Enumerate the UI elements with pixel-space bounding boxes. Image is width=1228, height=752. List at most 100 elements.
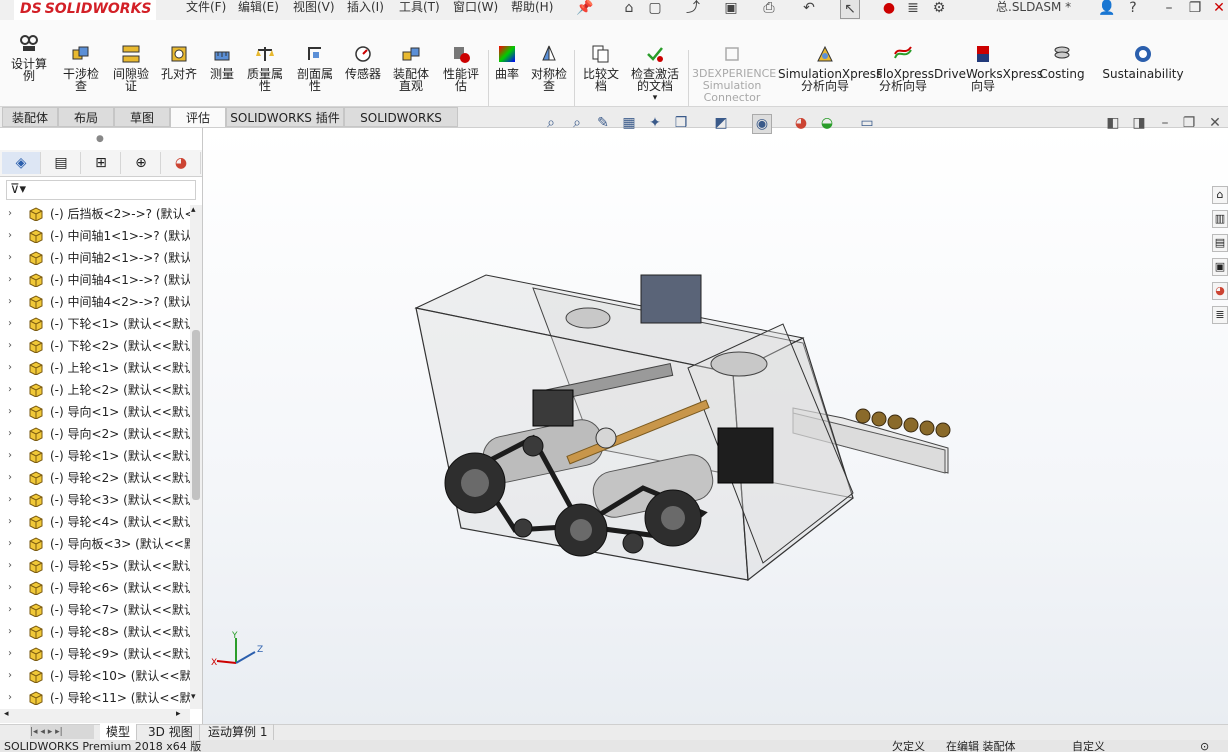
configuration-manager-tab[interactable]: ⊞ (82, 152, 121, 174)
tree-item[interactable]: › (-) 导轮<11> (默认<<默 (0, 687, 190, 709)
performance-evaluation-button[interactable]: 性能评估 (438, 44, 484, 92)
rebuild-icon[interactable]: ● (880, 0, 898, 17)
apply-scene-icon[interactable]: ◒ (818, 114, 836, 132)
tree-item[interactable]: › (-) 下轮<2> (默认<<默认 (0, 335, 190, 357)
help-icon[interactable]: ? (1124, 0, 1142, 17)
expand-arrow-icon[interactable]: › (8, 511, 12, 533)
file-properties-icon[interactable]: ≣ (904, 0, 922, 17)
dimxpert-tab[interactable]: ⊕ (122, 152, 161, 174)
tree-item[interactable]: › (-) 下轮<1> (默认<<默认 (0, 313, 190, 335)
tab-solidworks-mbd[interactable]: SOLIDWORKS MBD (344, 107, 458, 145)
expand-arrow-icon[interactable]: › (8, 203, 12, 225)
interference-check-button[interactable]: 干涉检查 (58, 44, 104, 92)
tree-item[interactable]: › (-) 导向板<3> (默认<<默 (0, 533, 190, 555)
tree-item[interactable]: › (-) 上轮<1> (默认<<默认 (0, 357, 190, 379)
panel-collapse-handle[interactable]: ● (96, 134, 104, 144)
menu-window[interactable]: 窗口(W) (453, 0, 498, 15)
tree-item[interactable]: › (-) 导轮<5> (默认<<默认 (0, 555, 190, 577)
3dexperience-simulation-connector-button[interactable]: 3DEXPERIENCE Simulation Connector (692, 44, 776, 104)
curvature-button[interactable]: 曲率 (490, 44, 524, 80)
sensor-button[interactable]: 传感器 (340, 44, 386, 80)
pin-icon[interactable]: 📌 (576, 0, 594, 17)
clearance-verification-button[interactable]: 间隙验证 (108, 44, 154, 92)
graphics-area[interactable]: Y X Z (203, 128, 1228, 724)
menu-view[interactable]: 视图(V) (293, 0, 335, 15)
tab-3d-view[interactable]: 3D 视图 (142, 724, 200, 740)
tree-item[interactable]: › (-) 导轮<10> (默认<<默 (0, 665, 190, 687)
scroll-up-icon[interactable]: ▴ (191, 205, 196, 215)
viewport-close-icon[interactable]: ✕ (1206, 114, 1224, 132)
expand-arrow-icon[interactable]: › (8, 291, 12, 313)
menu-file[interactable]: 文件(F) (186, 0, 226, 15)
tab-sketch[interactable]: 草图 (114, 107, 170, 127)
task-pane-view-palette-icon[interactable]: ▣ (1212, 258, 1228, 276)
print-icon[interactable]: ⎙ (760, 0, 778, 17)
expand-arrow-icon[interactable]: › (8, 687, 12, 709)
save-icon[interactable]: ▣ (722, 0, 740, 17)
close-icon[interactable]: ✕ (1210, 0, 1228, 17)
tab-assembly[interactable]: 装配体 (2, 107, 58, 127)
scroll-left-icon[interactable]: ◂ (4, 709, 9, 719)
tab-motion-study-1[interactable]: 运动算例 1 (202, 724, 275, 740)
tree-item[interactable]: › (-) 上轮<2> (默认<<默认 (0, 379, 190, 401)
expand-arrow-icon[interactable]: › (8, 247, 12, 269)
tree-item[interactable]: › (-) 导轮<9> (默认<<默认 (0, 643, 190, 665)
task-pane-home-icon[interactable]: ⌂ (1212, 186, 1228, 204)
undo-icon[interactable]: ↶ (800, 0, 818, 17)
minimize-icon[interactable]: – (1160, 0, 1178, 17)
expand-arrow-icon[interactable]: › (8, 423, 12, 445)
viewport-restore-icon[interactable]: ❐ (1180, 114, 1198, 132)
select-icon[interactable]: ↖ (840, 0, 860, 19)
view-settings-icon[interactable]: ▭ (858, 114, 876, 132)
assembly-model-view[interactable]: Y X Z (203, 128, 1228, 724)
expand-arrow-icon[interactable]: › (8, 599, 12, 621)
user-icon[interactable]: 👤 (1098, 0, 1116, 17)
tree-horizontal-scrollbar[interactable] (0, 709, 190, 723)
menu-tools[interactable]: 工具(T) (399, 0, 440, 15)
measure-button[interactable]: 测量 (202, 44, 242, 80)
check-active-document-button[interactable]: 检查激活的文档 ▾ (626, 44, 684, 104)
expand-arrow-icon[interactable]: › (8, 643, 12, 665)
scroll-right-icon[interactable]: ▸ (176, 709, 181, 719)
expand-arrow-icon[interactable]: › (8, 621, 12, 643)
expand-arrow-icon[interactable]: › (8, 555, 12, 577)
tab-model[interactable]: 模型 (100, 724, 138, 740)
tab-evaluate[interactable]: 评估 (170, 107, 226, 127)
menu-insert[interactable]: 插入(I) (347, 0, 384, 15)
expand-arrow-icon[interactable]: › (8, 577, 12, 599)
tree-item[interactable]: › (-) 导轮<8> (默认<<默认 (0, 621, 190, 643)
tree-item[interactable]: › (-) 导向<2> (默认<<默认 (0, 423, 190, 445)
tab-scroll-arrows[interactable]: |◂ ◂ ▸ ▸| (30, 725, 94, 739)
tree-item[interactable]: › (-) 导轮<6> (默认<<默认 (0, 577, 190, 599)
compare-documents-button[interactable]: 比较文档 (578, 44, 624, 92)
expand-arrow-icon[interactable]: › (8, 401, 12, 423)
home-icon[interactable]: ⌂ (620, 0, 638, 17)
sustainability-button[interactable]: Sustainability (1100, 44, 1186, 80)
task-pane-file-explorer-icon[interactable]: ▤ (1212, 234, 1228, 252)
symmetry-check-button[interactable]: 对称检查 (526, 44, 572, 92)
tab-layout[interactable]: 布局 (58, 107, 114, 127)
display-manager-tab[interactable]: ◕ (162, 152, 201, 174)
section-properties-button[interactable]: 剖面属性 (292, 44, 338, 92)
tree-item[interactable]: › (-) 导轮<2> (默认<<默认 (0, 467, 190, 489)
open-icon[interactable]: ⤴ (684, 0, 702, 17)
new-document-icon[interactable]: ▢ (646, 0, 664, 17)
mass-properties-button[interactable]: 质量属性 (242, 44, 288, 92)
display-style-icon[interactable]: ◩ (712, 114, 730, 132)
solidworks-logo[interactable]: DS SOLIDWORKS (14, 0, 156, 20)
costing-button[interactable]: Costing (1036, 44, 1088, 80)
tree-scrollbar-thumb[interactable] (192, 330, 200, 500)
feature-manager-tab[interactable]: ◈ (2, 152, 41, 174)
simulationxpress-button[interactable]: SimulationXpress 分析向导 (778, 44, 882, 92)
restore-icon[interactable]: ❐ (1186, 0, 1204, 17)
expand-arrow-icon[interactable]: › (8, 335, 12, 357)
edit-appearance-icon[interactable]: ◕ (792, 114, 810, 132)
scroll-down-icon[interactable]: ▾ (191, 692, 196, 702)
tree-item[interactable]: › (-) 导向<1> (默认<<默认 (0, 401, 190, 423)
status-help-icon[interactable]: ⊙ (1200, 741, 1209, 752)
section-view-icon[interactable]: ▦ (620, 114, 638, 132)
hide-show-items-icon[interactable]: ◉ (752, 114, 772, 134)
tree-item[interactable]: › (-) 导轮<1> (默认<<默认 (0, 445, 190, 467)
menu-edit[interactable]: 编辑(E) (238, 0, 279, 15)
property-manager-tab[interactable]: ▤ (42, 152, 81, 174)
